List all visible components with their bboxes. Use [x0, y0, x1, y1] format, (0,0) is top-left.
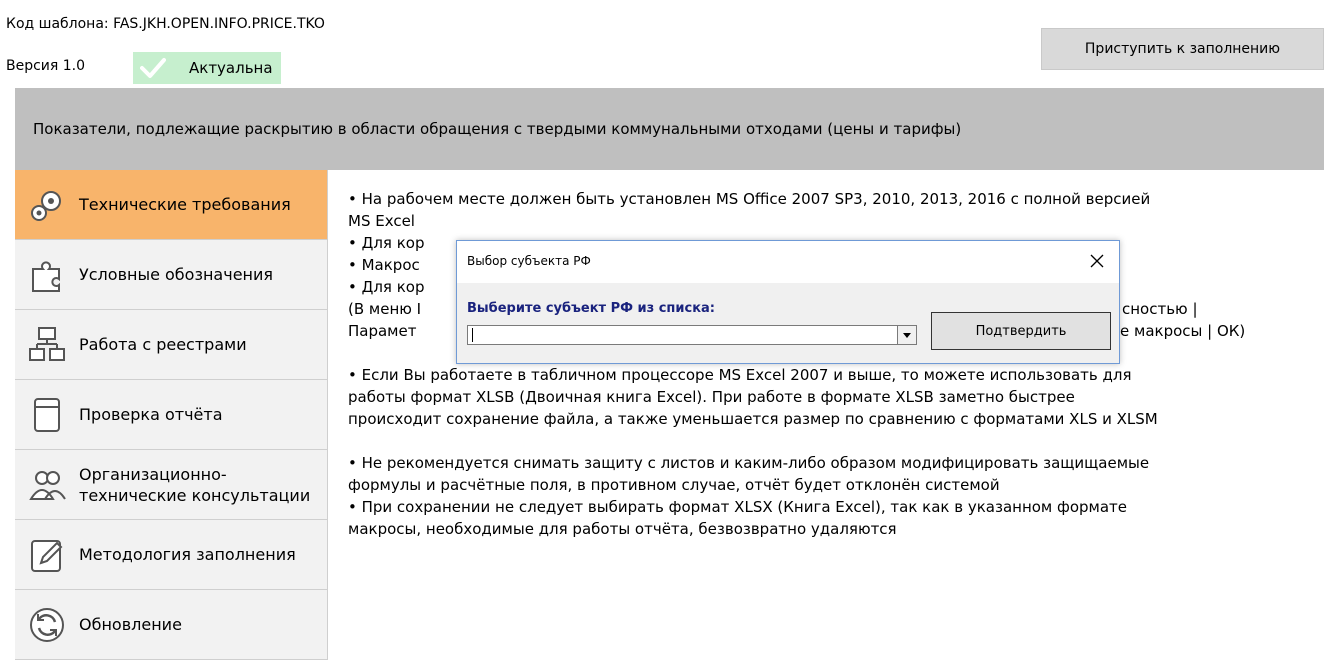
sidebar-item-label: Обновление	[79, 615, 182, 634]
dialog-body: Выберите субъект РФ из списка: Подтверди…	[457, 283, 1119, 363]
requirement-line: макросы, необходимые для работы отчёта, …	[348, 520, 897, 538]
region-select[interactable]	[467, 325, 917, 345]
sidebar-item-label: Условные обозначения	[79, 265, 274, 284]
registry-icon	[15, 313, 79, 377]
dialog-prompt: Выберите субъект РФ из списка:	[467, 301, 716, 316]
sidebar-item-label: Проверка отчёта	[79, 405, 223, 424]
gears-icon	[15, 173, 79, 237]
start-filling-button[interactable]: Приступить к заполнению	[1041, 28, 1324, 70]
edit-icon	[15, 523, 79, 587]
sidebar-item-label: Организационно- технические консультации	[79, 464, 311, 505]
requirement-line: • Не рекомендуется снимать защиту с лист…	[348, 454, 1150, 472]
dialog-title: Выбор субъекта РФ	[467, 254, 591, 268]
sidebar-item-tech-requirements[interactable]: Технические требования	[15, 170, 328, 240]
status-text: Актуальна	[189, 59, 273, 77]
close-icon[interactable]	[1083, 247, 1111, 275]
requirement-line: происходит сохранение файла, а также уме…	[348, 410, 1158, 428]
sidebar-item-methodology[interactable]: Методология заполнения	[15, 520, 328, 590]
requirement-line: • На рабочем месте должен быть установле…	[348, 190, 1151, 208]
requirement-line: • Если Вы работаете в табличном процессо…	[348, 366, 1132, 384]
region-select-dialog: Выбор субъекта РФ Выберите субъект РФ из…	[456, 240, 1120, 364]
version-label: Версия 1.0	[6, 58, 86, 74]
status-badge: Актуальна	[133, 52, 281, 84]
requirement-fragment: е макросы | ОК)	[1120, 322, 1246, 340]
requirement-line: MS Excel	[348, 212, 415, 230]
sidebar-item-legend[interactable]: Условные обозначения	[15, 240, 328, 310]
sidebar-item-update[interactable]: Обновление	[15, 590, 328, 660]
requirement-line: формулы и расчётные поля, в противном сл…	[348, 476, 1000, 494]
requirement-line: • При сохранении не следует выбирать фор…	[348, 498, 1128, 516]
puzzle-icon	[15, 243, 79, 307]
dialog-titlebar[interactable]: Выбор субъекта РФ	[457, 241, 1119, 283]
requirement-fragment: (В меню I	[348, 300, 422, 318]
requirement-line: работы формат XLSB (Двоичная книга Excel…	[348, 388, 1075, 406]
template-code: Код шаблона: FAS.JKH.OPEN.INFO.PRICE.TKO	[6, 16, 325, 32]
people-icon	[15, 453, 79, 517]
checkmark-icon	[133, 57, 173, 79]
text-cursor	[472, 328, 473, 342]
report-check-icon	[15, 383, 79, 447]
sidebar: Технические требования Условные обозначе…	[15, 170, 328, 661]
sidebar-item-label: Методология заполнения	[79, 545, 296, 564]
confirm-button[interactable]: Подтвердить	[931, 312, 1111, 350]
sidebar-item-report-check[interactable]: Проверка отчёта	[15, 380, 328, 450]
sidebar-item-registries[interactable]: Работа с реестрами	[15, 310, 328, 380]
requirement-fragment: сностью |	[1122, 300, 1198, 318]
sidebar-item-label: Работа с реестрами	[79, 335, 247, 354]
requirement-fragment: Парамет	[348, 322, 417, 340]
sidebar-item-consultations[interactable]: Организационно- технические консультации	[15, 450, 328, 520]
refresh-icon	[15, 593, 79, 657]
chevron-down-icon[interactable]	[897, 326, 916, 344]
sidebar-item-label: Технические требования	[79, 195, 291, 214]
page-title: Показатели, подлежащие раскрытию в облас…	[15, 88, 1324, 170]
